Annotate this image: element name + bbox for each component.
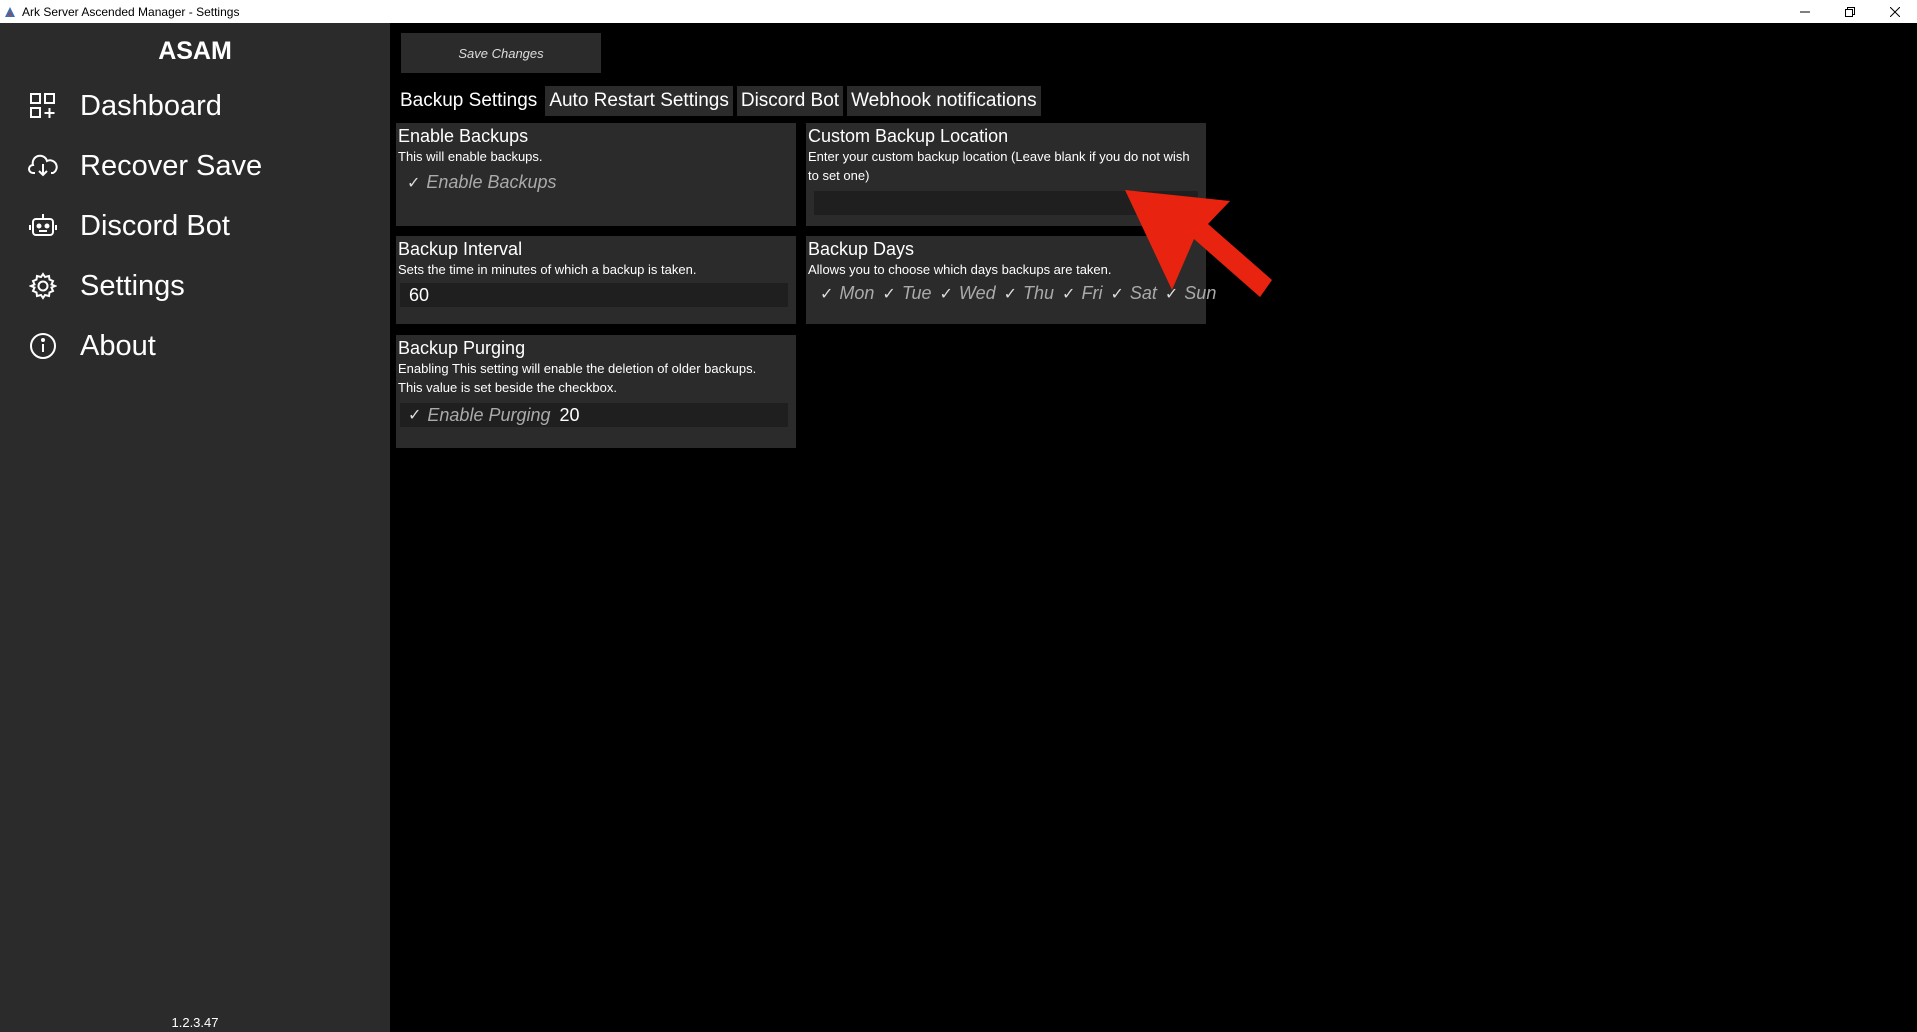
- purging-value-input[interactable]: 20: [560, 405, 580, 426]
- sidebar-item-about[interactable]: About: [28, 323, 368, 369]
- card-description: Enabling This setting will enable the de…: [398, 361, 757, 376]
- sidebar-item-label: Recover Save: [80, 149, 263, 182]
- cloud-download-icon: [28, 151, 58, 181]
- day-checkbox-tue[interactable]: ✓ Tue: [882, 283, 931, 304]
- checkbox-label: Enable Purging: [427, 404, 551, 425]
- minimize-icon[interactable]: [1782, 0, 1827, 23]
- card-title: Enable Backups: [398, 126, 529, 146]
- save-changes-button[interactable]: Save Changes: [401, 33, 601, 73]
- title-bar: Ark Server Ascended Manager - Settings: [0, 0, 1917, 23]
- sidebar: ASAM Dashboard Recover Save Discord Bot …: [0, 23, 390, 1032]
- tab-auto-restart-settings[interactable]: Auto Restart Settings: [545, 86, 733, 116]
- window-title: Ark Server Ascended Manager - Settings: [22, 4, 240, 19]
- day-checkbox-thu[interactable]: ✓ Thu: [1004, 283, 1054, 304]
- day-label: Wed: [958, 283, 996, 303]
- sidebar-item-label: Dashboard: [80, 89, 222, 122]
- app-icon: [4, 6, 16, 18]
- checkbox-label: Enable Backups: [426, 172, 557, 192]
- backup-purging-card: Backup Purging Enabling This setting wil…: [396, 335, 796, 448]
- tab-webhook-notifications[interactable]: Webhook notifications: [847, 86, 1041, 116]
- day-checkbox-wed[interactable]: ✓ Wed: [940, 283, 996, 304]
- card-description: Sets the time in minutes of which a back…: [398, 262, 697, 277]
- card-title: Custom Backup Location: [808, 126, 1009, 146]
- restore-icon[interactable]: [1827, 0, 1872, 23]
- card-title: Backup Interval: [398, 239, 523, 259]
- backup-interval-input[interactable]: 60: [400, 283, 788, 307]
- checkmark-icon: ✓: [820, 285, 834, 303]
- day-checkbox-fri[interactable]: ✓ Fri: [1062, 283, 1102, 304]
- dashboard-grid-icon: [28, 91, 58, 121]
- annotation-arrow-icon: [1125, 190, 1272, 297]
- card-description: This value is set beside the checkbox.: [398, 380, 617, 395]
- sidebar-item-label: About: [80, 329, 156, 362]
- backup-purging-row: ✓ Enable Purging 20: [400, 403, 788, 427]
- sidebar-item-recover-save[interactable]: Recover Save: [28, 143, 368, 189]
- day-label: Fri: [1081, 283, 1103, 303]
- gear-icon: [28, 271, 58, 301]
- checkmark-icon: ✓: [408, 407, 422, 424]
- checkmark-icon: ✓: [1062, 285, 1076, 303]
- checkmark-icon: ✓: [882, 285, 896, 303]
- brand-title: ASAM: [158, 37, 232, 65]
- tab-discord-bot[interactable]: Discord Bot: [736, 86, 844, 116]
- sidebar-item-discord-bot[interactable]: Discord Bot: [28, 203, 368, 249]
- version-label: 1.2.3.47: [171, 1015, 219, 1030]
- sidebar-item-label: Discord Bot: [80, 209, 230, 242]
- settings-tabs: Backup Settings Auto Restart Settings Di…: [396, 86, 1041, 116]
- day-label: Tue: [901, 283, 932, 303]
- sidebar-item-settings[interactable]: Settings: [28, 263, 368, 309]
- checkmark-icon: ✓: [1003, 285, 1018, 303]
- close-icon[interactable]: [1872, 0, 1917, 23]
- enable-backups-card: Enable Backups This will enable backups.…: [396, 123, 796, 226]
- arrow-shape: [1125, 190, 1272, 297]
- checkmark-icon: ✓: [939, 285, 953, 303]
- day-checkbox-mon[interactable]: ✓ Mon: [820, 283, 874, 304]
- info-icon: [28, 331, 58, 361]
- tab-backup-settings[interactable]: Backup Settings: [396, 86, 542, 116]
- card-title: Backup Purging: [398, 338, 526, 358]
- enable-purging-checkbox[interactable]: ✓ Enable Purging: [408, 405, 551, 426]
- backup-interval-card: Backup Interval Sets the time in minutes…: [396, 236, 796, 324]
- card-description: This will enable backups.: [398, 149, 543, 164]
- sidebar-item-label: Settings: [80, 269, 185, 302]
- sidebar-item-dashboard[interactable]: Dashboard: [28, 83, 368, 129]
- day-label: Mon: [839, 283, 875, 303]
- day-label: Thu: [1023, 283, 1055, 303]
- enable-backups-checkbox[interactable]: ✓ Enable Backups: [407, 172, 794, 193]
- checkmark-icon: ✓: [407, 174, 421, 192]
- bot-icon: [28, 211, 58, 241]
